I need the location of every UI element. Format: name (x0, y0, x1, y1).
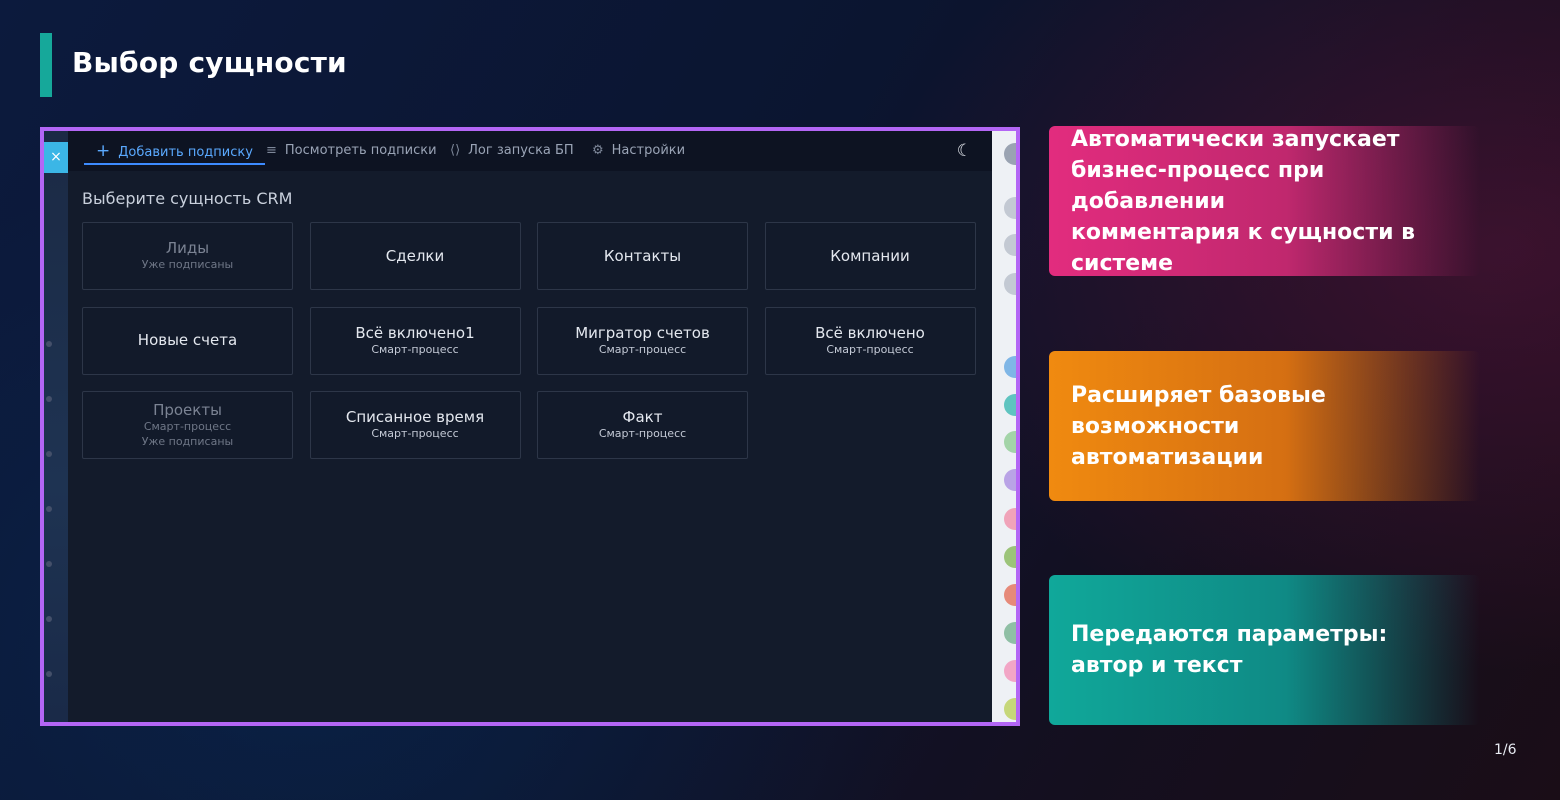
avatar[interactable] (1004, 394, 1016, 416)
avatar[interactable] (1004, 508, 1016, 530)
entity-card[interactable]: Контакты (537, 222, 748, 290)
avatar[interactable] (1004, 143, 1016, 165)
close-icon[interactable]: × (44, 142, 68, 173)
entity-card[interactable]: Факт Смарт-процесс (537, 391, 748, 459)
avatar[interactable] (1004, 273, 1016, 295)
entity-card-name: Контакты (603, 246, 682, 265)
sidebar-dot (46, 671, 52, 677)
entity-card-name: Мигратор счетов (575, 323, 710, 342)
right-sidebar-strip (992, 131, 1016, 722)
page-indicator: 1/6 (1494, 742, 1517, 758)
avatar[interactable] (1004, 698, 1016, 720)
avatar[interactable] (1004, 584, 1016, 606)
entity-card-subtitle: Уже подписаны (141, 434, 234, 448)
entity-card[interactable]: Всё включено1 Смарт-процесс (309, 306, 521, 375)
feature-panel-extends: Расширяет базовые возможности автоматиза… (1049, 351, 1480, 501)
panel-text: Автоматически запускает бизнес-процесс п… (1071, 126, 1416, 276)
tab-label: Посмотреть подписки (284, 143, 437, 158)
tab-view-subscriptions[interactable]: ≡ Посмотреть подписки (266, 131, 437, 171)
panel-text: Передаются параметры: автор и текст (1071, 622, 1388, 678)
entity-heading: Выберите сущность CRM (82, 189, 293, 208)
entity-card[interactable]: Компании (764, 222, 976, 290)
entity-card-subtitle: Смарт-процесс (371, 427, 459, 440)
entity-card-name: Компании (830, 246, 910, 265)
top-navbar: + Добавить подписку ≡ Посмотреть подписки … (68, 131, 992, 171)
entity-card[interactable]: Новые счета (82, 306, 293, 375)
entity-card-name: Проекты (153, 400, 222, 419)
sidebar-dot (46, 561, 52, 567)
avatar[interactable] (1004, 469, 1016, 491)
entity-card-name: Всё включено (815, 323, 925, 342)
sidebar-dot (46, 451, 52, 457)
app-window: + Добавить подписку ≡ Посмотреть подписки … (68, 131, 992, 722)
entity-card: Проекты Смарт-процесс Уже подписаны (82, 391, 293, 459)
avatar[interactable] (1004, 660, 1016, 682)
sidebar-dot (46, 396, 52, 402)
entity-card-subtitle: Смарт-процесс (598, 342, 687, 356)
panel-text: Расширяет базовые возможности автоматиза… (1071, 382, 1326, 470)
avatar[interactable] (1004, 234, 1016, 256)
avatar[interactable] (1004, 622, 1016, 644)
tab-bp-log[interactable]: ⟨⟩ Лог запуска БП (450, 131, 574, 171)
left-sidebar-strip: × (44, 131, 68, 722)
tab-label: Добавить подписку (118, 145, 253, 160)
entity-card-subtitle: Смарт-процесс (143, 419, 232, 433)
avatar[interactable] (1004, 356, 1016, 378)
sidebar-dot (46, 506, 52, 512)
feature-panel-params: Передаются параметры: автор и текст (1049, 575, 1480, 725)
title-accent-bar (40, 33, 52, 97)
tab-label: Лог запуска БП (468, 143, 574, 158)
entity-card-subtitle: Смарт-процесс (826, 342, 914, 356)
entity-card-subtitle: Смарт-процесс (598, 427, 687, 440)
code-log-icon: ⟨⟩ (450, 143, 461, 158)
entity-card-name: Списанное время (345, 408, 485, 426)
entity-card[interactable]: Списанное время Смарт-процесс (309, 391, 521, 459)
tab-label: Настройки (611, 143, 686, 158)
entity-card-name: Новые счета (137, 331, 238, 349)
tab-settings[interactable]: ⚙ Настройки (592, 131, 685, 171)
list-icon: ≡ (266, 143, 277, 158)
entity-card: Лиды Уже подписаны (82, 222, 293, 290)
tab-add-subscription[interactable]: + Добавить подписку (84, 131, 265, 171)
feature-panel-auto-start: Автоматически запускает бизнес-процесс п… (1049, 126, 1480, 276)
entity-grid: Лиды Уже подписаны Сделки Контакты Компании Н… (82, 222, 979, 465)
sliders-icon: ⚙ (592, 143, 604, 158)
entity-card[interactable]: Всё включено Смарт-процесс (764, 306, 976, 375)
entity-card-name: Сделки (385, 246, 445, 265)
sidebar-dot (46, 341, 52, 347)
screenshot-frame: × + Добавить подписку ≡ Посмотреть подпис (40, 127, 1020, 726)
entity-card-name: Всё включено1 (355, 323, 475, 342)
moon-icon[interactable]: ☾ (957, 141, 972, 161)
avatar[interactable] (1004, 431, 1016, 453)
avatar[interactable] (1004, 197, 1016, 219)
entity-card-name: Факт (622, 408, 663, 426)
sidebar-dot (46, 616, 52, 622)
entity-card-subtitle: Смарт-процесс (371, 342, 459, 356)
avatar[interactable] (1004, 546, 1016, 568)
entity-card-subtitle: Уже подписаны (141, 258, 234, 271)
entity-card[interactable]: Мигратор счетов Смарт-процесс (537, 306, 748, 375)
entity-card-name: Лиды (165, 239, 210, 257)
slide-title: Выбор сущности (72, 46, 347, 79)
entity-card[interactable]: Сделки (309, 222, 521, 290)
plus-icon: + (96, 141, 111, 161)
